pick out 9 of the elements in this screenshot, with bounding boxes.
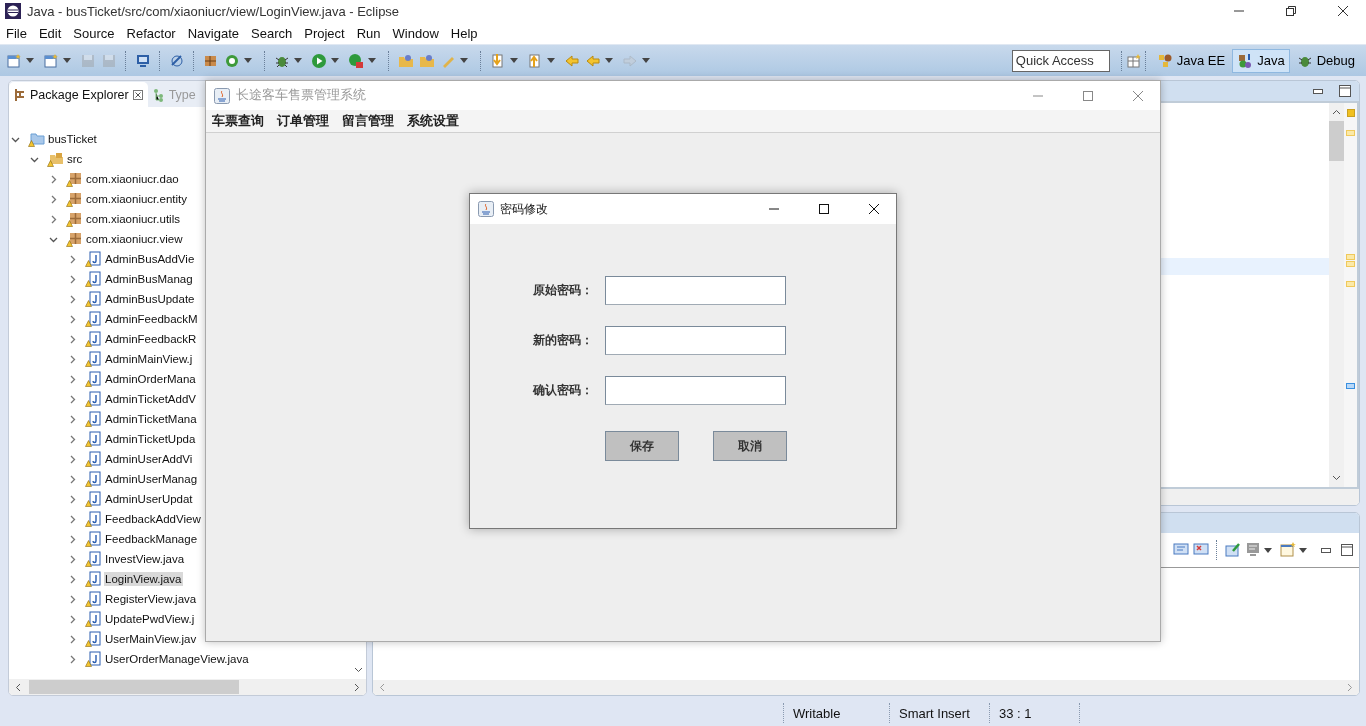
window-title: Java - busTicket/src/com/xiaoniucr/view/LoginView.java - Eclipse	[27, 3, 400, 19]
dialog-title: 密码修改	[500, 200, 548, 218]
status-text: Writable	[792, 705, 842, 721]
field-label: 确认密码：	[531, 382, 594, 399]
field-label: 新的密码：	[532, 332, 594, 349]
status-text: 33 : 1	[998, 705, 1033, 721]
field-label: 原始密码：	[532, 282, 594, 299]
window-title: 长途客车售票管理系统	[236, 87, 366, 104]
status-text: Smart Insert	[898, 705, 971, 721]
